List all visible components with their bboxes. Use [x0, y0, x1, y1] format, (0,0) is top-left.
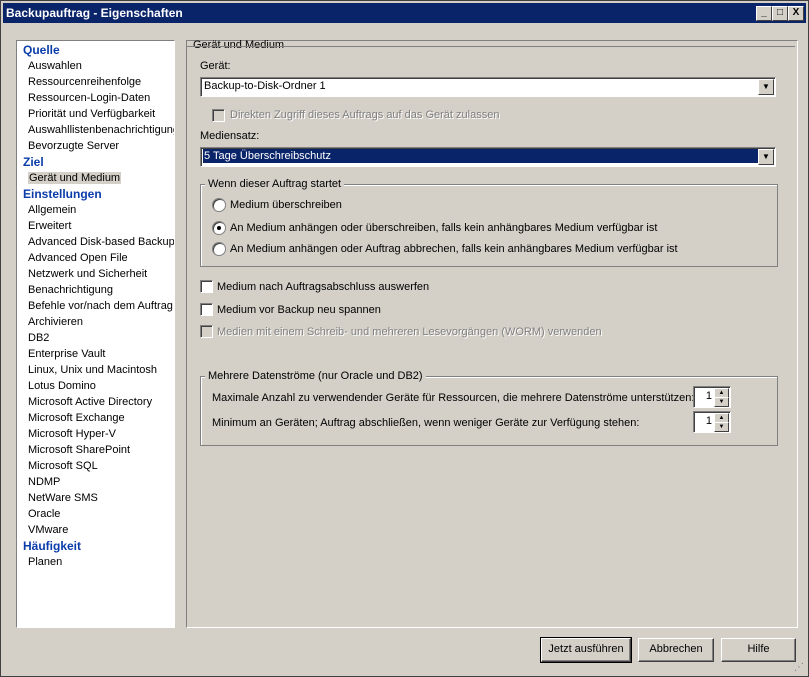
resize-grip-icon[interactable]: ⋰ — [794, 662, 806, 674]
when-job-starts-title: Wenn dieser Auftrag startet — [205, 178, 345, 190]
help-button[interactable]: Hilfe — [721, 638, 796, 662]
device-select-value: Backup-to-Disk-Ordner 1 — [204, 80, 326, 92]
title-bar[interactable]: Backupauftrag - Eigenschaften _ □ X — [3, 3, 806, 23]
retension-label[interactable]: Medium vor Backup neu spannen — [217, 304, 381, 316]
eject-checkbox[interactable] — [200, 280, 213, 293]
tree-item-planen[interactable]: Planen — [28, 555, 62, 570]
tree-item-vmware[interactable]: VMware — [28, 523, 68, 538]
tree-item-benachrichtigung[interactable]: Benachrichtigung — [28, 283, 113, 298]
tree-item-ressourcenreihenfolge[interactable]: Ressourcenreihenfolge — [28, 75, 141, 90]
properties-window: Backupauftrag - Eigenschaften _ □ X Quel… — [0, 0, 809, 677]
device-label: Gerät: — [200, 60, 231, 72]
radio-overwrite[interactable] — [212, 198, 226, 212]
max-devices-value: 1 — [705, 390, 712, 402]
worm-checkbox[interactable] — [200, 325, 213, 338]
tree-item-advanced-open-file[interactable]: Advanced Open File — [28, 251, 128, 266]
min-devices-label: Minimum an Geräten; Auftrag abschließen,… — [212, 417, 640, 429]
mediaset-label: Mediensatz: — [200, 130, 260, 142]
retension-checkbox[interactable] — [200, 303, 213, 316]
maximize-button[interactable]: □ — [772, 6, 788, 21]
tree-item-geraet-und-medium[interactable]: Gerät und Medium — [28, 171, 122, 186]
min-devices-value: 1 — [705, 415, 712, 427]
chevron-down-icon[interactable]: ▼ — [758, 149, 774, 165]
tree-item-auswahlen[interactable]: Auswahlen — [28, 59, 82, 74]
streams-group-title: Mehrere Datenströme (nur Oracle und DB2) — [205, 370, 426, 382]
spin-down-icon[interactable]: ▼ — [714, 422, 729, 432]
spin-down-icon[interactable]: ▼ — [714, 397, 729, 407]
tree-item-prioritaet[interactable]: Priorität und Verfügbarkeit — [28, 107, 155, 122]
tree-section-quelle[interactable]: Quelle — [23, 43, 60, 58]
mediaset-select-value: 5 Tage Überschreibschutz — [203, 149, 760, 163]
direct-access-checkbox[interactable] — [212, 109, 225, 122]
tree-item-netware-sms[interactable]: NetWare SMS — [28, 491, 98, 506]
tree-item-ressourcen-login-daten[interactable]: Ressourcen-Login-Daten — [28, 91, 150, 106]
streams-group — [200, 376, 778, 446]
radio-append-abort[interactable] — [212, 242, 226, 256]
tree-item-sharepoint[interactable]: Microsoft SharePoint — [28, 443, 130, 458]
run-now-button[interactable]: Jetzt ausführen — [540, 637, 632, 663]
radio-append-overwrite-label[interactable]: An Medium anhängen oder überschreiben, f… — [230, 222, 657, 234]
max-devices-stepper[interactable]: 1 ▲ ▼ — [693, 386, 731, 408]
navigation-tree[interactable]: Quelle Auswahlen Ressourcenreihenfolge R… — [16, 40, 175, 628]
settings-panel: Gerät und Medium Gerät: Backup-to-Disk-O… — [186, 39, 798, 628]
tree-item-lotus-domino[interactable]: Lotus Domino — [28, 379, 96, 394]
tree-item-active-directory[interactable]: Microsoft Active Directory — [28, 395, 152, 410]
mediaset-select[interactable]: 5 Tage Überschreibschutz ▼ — [200, 147, 776, 167]
group-divider — [187, 46, 795, 47]
group-title-geraet-und-medium: Gerät und Medium — [193, 39, 285, 51]
radio-append-overwrite[interactable] — [212, 221, 226, 235]
tree-item-exchange[interactable]: Microsoft Exchange — [28, 411, 125, 426]
tree-item-linux-unix-macintosh[interactable]: Linux, Unix und Macintosh — [28, 363, 157, 378]
worm-label: Medien mit einem Schreib- und mehreren L… — [217, 326, 602, 338]
chevron-down-icon[interactable]: ▼ — [758, 79, 774, 95]
radio-append-abort-label[interactable]: An Medium anhängen oder Auftrag abbreche… — [230, 243, 678, 255]
tree-item-label-selected: Gerät und Medium — [28, 172, 122, 184]
close-button[interactable]: X — [788, 6, 804, 21]
tree-item-archivieren[interactable]: Archivieren — [28, 315, 83, 330]
tree-item-sql[interactable]: Microsoft SQL — [28, 459, 98, 474]
tree-item-bevorzugte-server[interactable]: Bevorzugte Server — [28, 139, 119, 154]
cancel-button[interactable]: Abbrechen — [638, 638, 714, 662]
tree-item-advanced-disk-based-backup[interactable]: Advanced Disk-based Backup — [28, 235, 174, 250]
eject-label[interactable]: Medium nach Auftragsabschluss auswerfen — [217, 281, 429, 293]
tree-item-allgemein[interactable]: Allgemein — [28, 203, 76, 218]
tree-section-einstellungen[interactable]: Einstellungen — [23, 187, 102, 202]
minimize-button[interactable]: _ — [756, 6, 772, 21]
min-devices-stepper[interactable]: 1 ▲ ▼ — [693, 411, 731, 433]
max-devices-label: Maximale Anzahl zu verwendender Geräte f… — [212, 392, 695, 404]
tree-item-ndmp[interactable]: NDMP — [28, 475, 60, 490]
radio-overwrite-label[interactable]: Medium überschreiben — [230, 199, 342, 211]
window-title: Backupauftrag - Eigenschaften — [6, 6, 183, 20]
device-select[interactable]: Backup-to-Disk-Ordner 1 ▼ — [200, 77, 776, 97]
radio-selected-dot — [217, 226, 221, 230]
tree-item-db2[interactable]: DB2 — [28, 331, 49, 346]
tree-item-oracle[interactable]: Oracle — [28, 507, 60, 522]
tree-item-erweitert[interactable]: Erweitert — [28, 219, 71, 234]
tree-item-hyper-v[interactable]: Microsoft Hyper-V — [28, 427, 116, 442]
tree-item-netzwerk-und-sicherheit[interactable]: Netzwerk und Sicherheit — [28, 267, 147, 282]
tree-item-befehle-vor-nach[interactable]: Befehle vor/nach dem Auftrag — [28, 299, 173, 314]
direct-access-label: Direkten Zugriff dieses Auftrags auf das… — [230, 109, 500, 121]
tree-section-haeufigkeit[interactable]: Häufigkeit — [23, 539, 81, 554]
tree-item-auswahllistenbenachrichtigung[interactable]: Auswahllistenbenachrichtigung — [28, 123, 174, 138]
tree-section-ziel[interactable]: Ziel — [23, 155, 44, 170]
tree-item-enterprise-vault[interactable]: Enterprise Vault — [28, 347, 105, 362]
